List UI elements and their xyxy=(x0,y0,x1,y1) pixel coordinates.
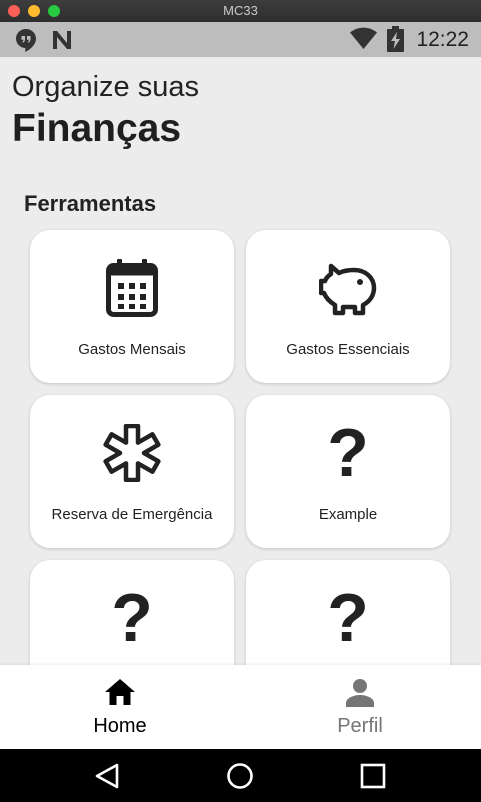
app-screen: MC33 12:22 Organize suas Finanças Ferram… xyxy=(0,0,481,802)
question-mark-icon: ? xyxy=(327,580,369,656)
card-label: Gastos Essenciais xyxy=(286,341,410,358)
card-label: Example xyxy=(318,506,378,523)
wifi-icon xyxy=(350,27,377,56)
recents-icon[interactable] xyxy=(343,749,403,802)
hangouts-icon xyxy=(14,28,38,57)
card-gastos-essenciais[interactable]: Gastos Essenciais xyxy=(246,230,450,383)
nav-home[interactable]: Home xyxy=(0,665,240,749)
nav-home-label: Home xyxy=(93,715,147,737)
window-title: MC33 xyxy=(223,3,258,18)
nav-perfil[interactable]: Perfil xyxy=(240,665,480,749)
card-example[interactable]: ? Example xyxy=(246,395,450,548)
card-unknown-1[interactable]: ? xyxy=(30,560,234,665)
question-mark-icon: ? xyxy=(327,415,369,491)
nav-perfil-label: Perfil xyxy=(337,715,383,737)
status-time: 12:22 xyxy=(416,28,469,51)
medical-star-icon xyxy=(30,423,234,483)
card-label: Reserva de Emergência xyxy=(51,506,213,523)
home-icon xyxy=(0,679,240,705)
home-circle-icon[interactable] xyxy=(210,749,270,802)
page-subtitle: Organize suas xyxy=(12,71,199,103)
back-icon[interactable] xyxy=(77,749,137,802)
window-titlebar: MC33 xyxy=(0,0,481,22)
section-title: Ferramentas xyxy=(24,191,157,216)
card-gastos-mensais[interactable]: Gastos Mensais xyxy=(30,230,234,383)
main-content: Organize suas Finanças Ferramentas Gasto… xyxy=(0,57,481,665)
system-navigation-bar xyxy=(0,749,481,802)
card-label: Gastos Mensais xyxy=(78,341,186,358)
battery-charging-icon xyxy=(387,26,404,57)
bottom-navigation: Home Perfil xyxy=(0,665,481,749)
person-icon xyxy=(240,679,480,707)
n-app-icon xyxy=(50,28,74,57)
calendar-icon xyxy=(30,258,234,318)
card-unknown-2[interactable]: ? xyxy=(246,560,450,665)
question-mark-icon: ? xyxy=(111,580,153,656)
piggy-bank-icon xyxy=(246,258,450,318)
page-title: Finanças xyxy=(12,107,182,150)
card-reserva-emergencia[interactable]: Reserva de Emergência xyxy=(30,395,234,548)
status-bar: 12:22 xyxy=(0,22,481,57)
